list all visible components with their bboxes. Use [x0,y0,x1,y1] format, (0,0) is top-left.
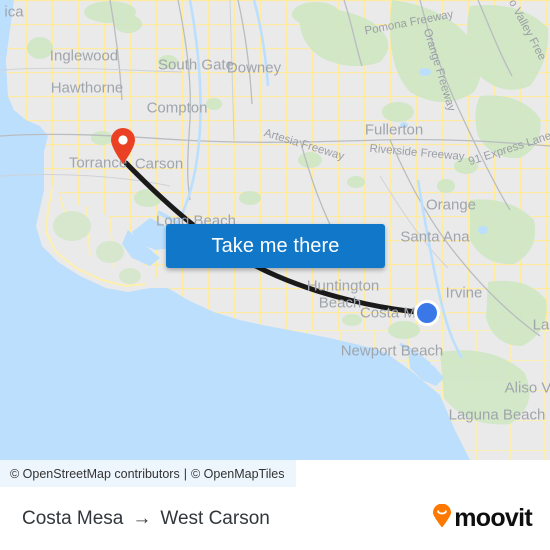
osm-attribution-link[interactable]: © OpenStreetMap contributors [10,467,180,481]
openmaptiles-attribution-link[interactable]: © OpenMapTiles [191,467,285,481]
moovit-pin-icon [432,503,452,533]
route-origin-label: Costa Mesa [22,507,124,529]
map-attribution-bar: © OpenStreetMap contributors | © OpenMap… [0,460,297,487]
route-destination-label: West Carson [160,507,270,529]
arrow-right-icon: → [132,507,152,529]
map-canvas[interactable]: ica Inglewood South Gate Downey Hawthorne Com… [0,0,550,460]
moovit-logo[interactable]: moovit [432,503,533,533]
destination-marker-pin[interactable] [109,127,137,165]
attribution-separator: | [183,466,187,481]
take-me-there-button[interactable]: Take me there [166,224,385,268]
route-footer: Costa Mesa → West Carson moovit [0,487,550,550]
moovit-wordmark: moovit [454,504,532,532]
origin-marker-dot[interactable] [414,300,440,326]
moovit-route-card: ica Inglewood South Gate Downey Hawthorne Com… [0,0,550,550]
route-summary: Costa Mesa → West Carson [22,508,270,530]
